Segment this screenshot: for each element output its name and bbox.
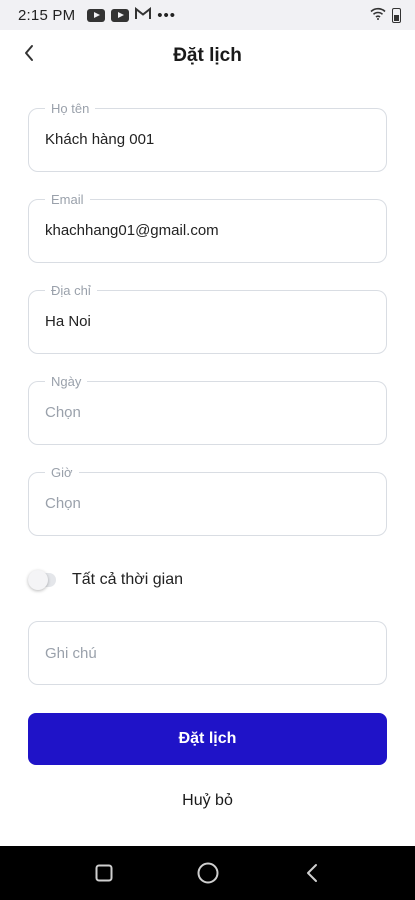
address-label: Địa chỉ — [45, 283, 97, 298]
all-time-label: Tất cả thời gian — [72, 571, 183, 588]
status-right — [370, 7, 401, 24]
email-label: Email — [45, 192, 90, 207]
full-name-value: Khách hàng 001 — [45, 131, 155, 148]
home-button[interactable] — [193, 858, 223, 888]
home-icon — [197, 862, 219, 884]
wifi-icon — [370, 7, 386, 24]
time-placeholder: Chọn — [45, 495, 81, 512]
address-field[interactable]: Địa chỉ Ha Noi — [28, 283, 387, 354]
system-back-button[interactable] — [297, 858, 327, 888]
status-time: 2:15 PM — [18, 6, 76, 24]
status-bar: 2:15 PM ••• — [0, 0, 415, 30]
youtube-icon — [111, 8, 130, 22]
full-name-field[interactable]: Họ tên Khách hàng 001 — [28, 101, 387, 172]
address-value: Ha Noi — [45, 313, 91, 330]
more-dots-icon: ••• — [157, 6, 177, 24]
note-field[interactable]: Ghi chú — [28, 621, 387, 685]
date-label: Ngày — [45, 374, 88, 389]
time-field[interactable]: Giờ Chọn — [28, 465, 387, 536]
time-label: Giờ — [45, 465, 79, 480]
book-button[interactable]: Đặt lịch — [28, 713, 387, 765]
back-icon — [307, 864, 317, 882]
toggle-knob — [28, 570, 48, 590]
all-time-toggle[interactable] — [28, 570, 56, 590]
header: Đặt lịch — [0, 30, 415, 82]
date-placeholder: Chọn — [45, 404, 81, 421]
email-field[interactable]: Email khachhang01@gmail.com — [28, 192, 387, 263]
system-nav-bar — [0, 846, 415, 900]
battery-icon — [392, 7, 401, 23]
recent-apps-button[interactable] — [89, 858, 119, 888]
all-time-row: Tất cả thời gian — [28, 566, 183, 594]
cancel-button[interactable]: Huỷ bỏ — [0, 792, 415, 810]
gmail-icon — [135, 6, 152, 23]
youtube-icon — [87, 8, 106, 22]
recent-apps-icon — [95, 864, 113, 882]
email-value: khachhang01@gmail.com — [45, 222, 219, 239]
page-title: Đặt lịch — [173, 45, 242, 66]
note-placeholder: Ghi chú — [45, 645, 97, 662]
full-name-label: Họ tên — [45, 101, 96, 116]
date-field[interactable]: Ngày Chọn — [28, 374, 387, 445]
